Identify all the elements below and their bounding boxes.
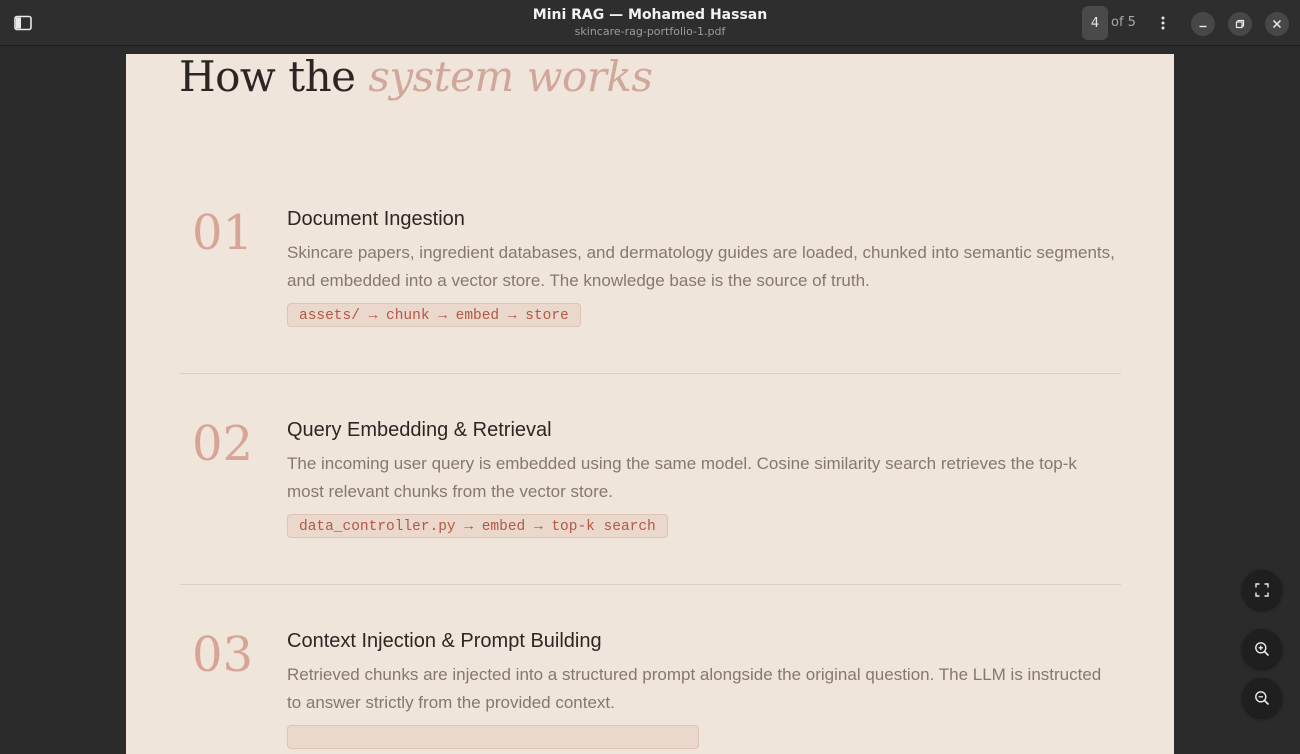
step-number: 03 (192, 627, 254, 683)
zoom-in-icon (1255, 642, 1270, 657)
step-divider (180, 373, 1121, 374)
window-title-area: Mini RAG — Mohamed Hassan skincare-rag-p… (400, 6, 900, 39)
step-divider (180, 584, 1121, 585)
zoom-out-button[interactable] (1242, 678, 1282, 718)
step-description: The incoming user query is embedded usin… (287, 454, 1077, 501)
close-button[interactable] (1265, 12, 1289, 36)
step-title: Document Ingestion (287, 208, 465, 230)
step-code-snippet: assets/ → chunk → embed → store (287, 303, 581, 327)
step-number: 02 (192, 416, 254, 472)
zoom-in-button[interactable] (1242, 629, 1282, 669)
header-bar: Mini RAG — Mohamed Hassan skincare-rag-p… (0, 0, 1300, 46)
document-page: How the system works 01 Document Ingesti… (126, 54, 1174, 754)
step-code-snippet (287, 725, 699, 749)
fit-page-button[interactable] (1242, 570, 1282, 610)
fit-page-icon (1255, 583, 1269, 597)
step-title: Query Embedding & Retrieval (287, 419, 552, 441)
maximize-button[interactable] (1228, 12, 1252, 36)
page-total-label: of 5 (1111, 15, 1136, 30)
step-title: Context Injection & Prompt Building (287, 630, 602, 652)
heading-accent-text: system works (368, 52, 653, 101)
minimize-icon (1199, 25, 1207, 28)
step-description: Skincare papers, ingredient databases, a… (287, 243, 1115, 290)
maximize-icon (1235, 19, 1245, 29)
current-page-input[interactable]: 4 (1082, 6, 1108, 40)
document-filename: skincare-rag-portfolio-1.pdf (574, 25, 726, 38)
heading-plain-text: How the (179, 52, 369, 101)
main-menu-button[interactable] (1147, 7, 1179, 39)
step-number: 01 (192, 205, 254, 261)
sidebar-toggle-icon (14, 15, 32, 31)
step-description: Retrieved chunks are injected into a str… (287, 665, 1102, 712)
zoom-out-icon (1255, 691, 1270, 706)
page-heading: How the system works (179, 52, 653, 101)
close-icon (1272, 19, 1282, 29)
minimize-button[interactable] (1191, 12, 1215, 36)
step-code-snippet: data_controller.py → embed → top-k searc… (287, 514, 668, 538)
window-title: Mini RAG — Mohamed Hassan (532, 7, 768, 23)
sidebar-toggle-button[interactable] (7, 7, 39, 39)
kebab-menu-icon (1161, 16, 1165, 30)
